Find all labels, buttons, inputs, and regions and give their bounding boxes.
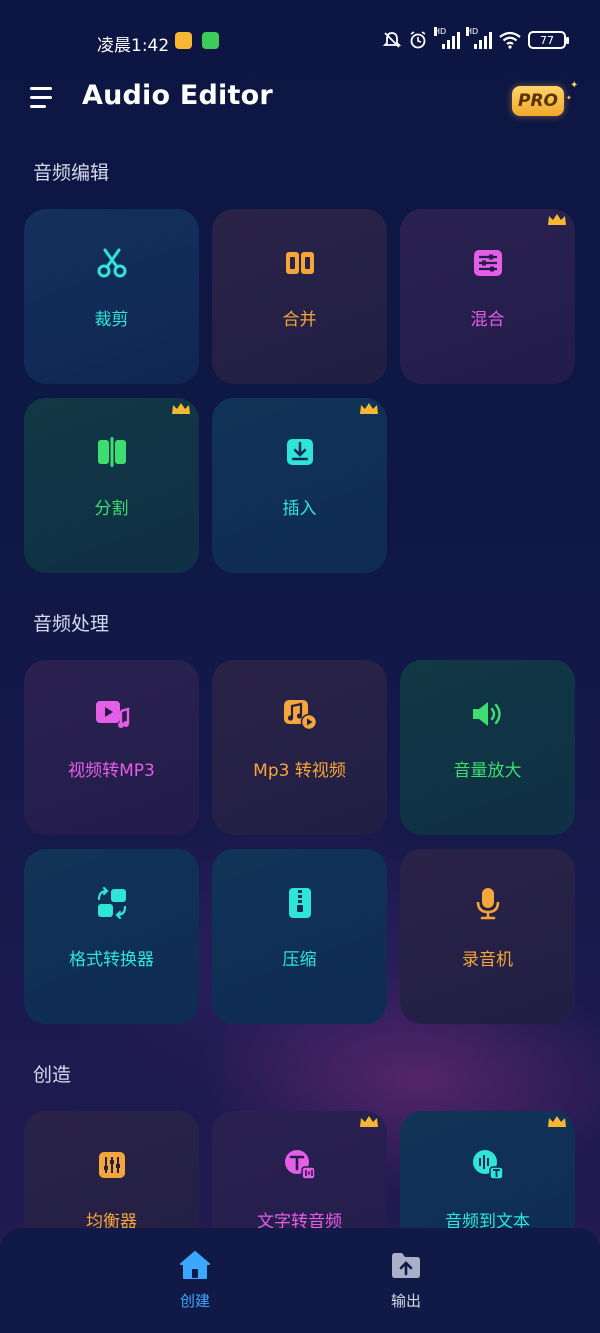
battery-icon: 77 <box>528 31 569 49</box>
audio-text-icon <box>468 1145 508 1185</box>
status-time: 凌晨1:42 <box>97 36 170 56</box>
split-icon <box>92 432 132 472</box>
sparkle-icon: ✦ <box>570 80 579 91</box>
zip-icon <box>280 883 320 923</box>
nav-label: 创建 <box>179 1292 210 1310</box>
signal-1-icon: HD <box>434 27 460 49</box>
video-music-icon <box>92 694 132 734</box>
tile-label: 格式转换器 <box>69 950 154 970</box>
nav-label: 输出 <box>390 1292 421 1310</box>
tile-label: 录音机 <box>462 950 513 970</box>
tile-recorder[interactable]: 录音机 <box>400 849 575 1024</box>
merge-icon <box>280 243 320 283</box>
notification-android-icon <box>202 32 219 49</box>
tile-volume-boost[interactable]: 音量放大 <box>400 660 575 835</box>
section-title-process: 音频处理 <box>33 613 110 635</box>
tile-mp3-to-video[interactable]: Mp3 转视频 <box>212 660 387 835</box>
section-title-create: 创造 <box>33 1064 72 1086</box>
crown-icon <box>360 1116 378 1127</box>
tile-label: 插入 <box>282 499 317 519</box>
crown-icon <box>548 1116 566 1127</box>
alarm-icon <box>410 31 426 49</box>
app-screen: 凌晨1:42 HD HD 77 Audio Editor PRO ✦ ✦ 音频编… <box>0 0 600 1333</box>
section-title-edit: 音频编辑 <box>33 162 110 184</box>
tile-split[interactable]: 分割 <box>24 398 199 573</box>
tile-label: 视频转MP3 <box>68 761 155 781</box>
tile-label: 合并 <box>282 310 317 330</box>
wifi-icon <box>499 31 521 49</box>
tile-label: 裁剪 <box>94 310 129 330</box>
tile-trim[interactable]: 裁剪 <box>24 209 199 384</box>
microphone-icon <box>468 883 508 923</box>
music-video-icon <box>280 694 320 734</box>
pro-badge[interactable]: PRO <box>512 86 564 116</box>
bottom-nav: 创建 输出 <box>0 1228 600 1333</box>
scissors-icon <box>92 243 132 283</box>
convert-icon <box>92 883 132 923</box>
tile-format-converter[interactable]: 格式转换器 <box>24 849 199 1024</box>
speaker-icon <box>468 694 508 734</box>
status-bar: 凌晨1:42 HD HD 77 <box>0 0 600 80</box>
tile-mix[interactable]: 混合 <box>400 209 575 384</box>
status-icons: HD HD 77 <box>382 27 569 52</box>
crown-icon <box>172 403 190 414</box>
tile-label: 分割 <box>94 499 129 519</box>
tile-compress[interactable]: 压缩 <box>212 849 387 1024</box>
crown-icon <box>360 403 378 414</box>
tile-video-to-mp3[interactable]: 视频转MP3 <box>24 660 199 835</box>
tile-merge[interactable]: 合并 <box>212 209 387 384</box>
insert-icon <box>280 432 320 472</box>
sparkle-icon: ✦ <box>566 94 572 102</box>
crown-icon <box>548 214 566 225</box>
equalizer-icon <box>92 1145 132 1185</box>
mix-icon <box>468 243 508 283</box>
tile-label: 混合 <box>470 310 505 330</box>
home-icon <box>180 1251 210 1279</box>
app-title: Audio Editor <box>82 80 273 111</box>
tile-label: 音量放大 <box>453 761 522 781</box>
app-header: Audio Editor PRO ✦ ✦ <box>0 70 600 128</box>
nav-item-create[interactable]: 创建 <box>145 1250 245 1311</box>
silent-bell-icon <box>382 32 402 48</box>
nav-item-output[interactable]: 输出 <box>356 1250 456 1311</box>
signal-2-icon: HD <box>466 27 492 49</box>
folder-upload-icon <box>392 1253 420 1278</box>
menu-icon[interactable] <box>30 87 54 109</box>
tile-insert[interactable]: 插入 <box>212 398 387 573</box>
notification-app-icon <box>175 32 192 49</box>
tile-label: Mp3 转视频 <box>253 761 346 781</box>
text-audio-icon <box>280 1145 320 1185</box>
tile-label: 压缩 <box>282 950 317 970</box>
